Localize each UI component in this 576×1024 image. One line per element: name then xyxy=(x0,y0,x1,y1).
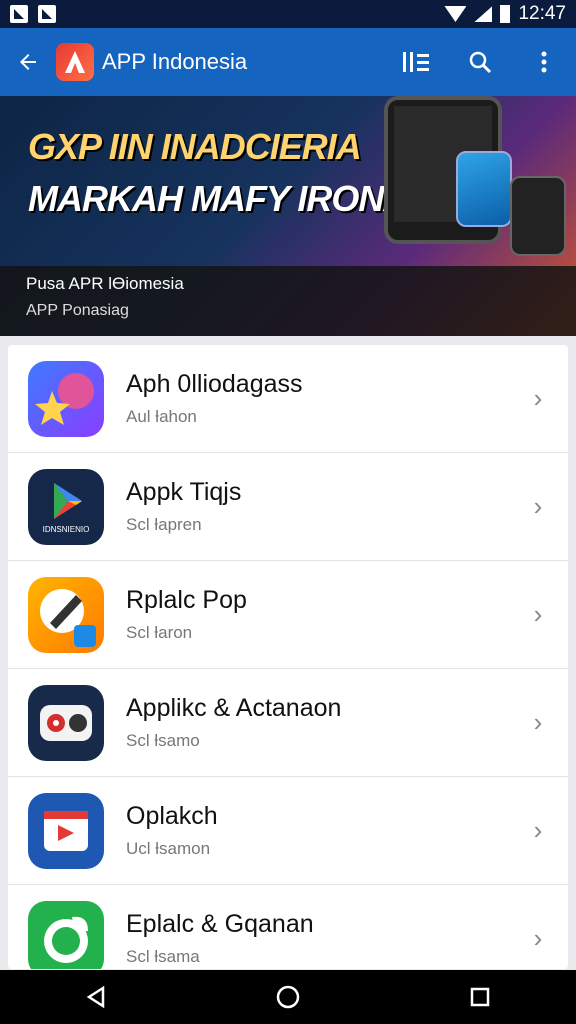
filter-icon xyxy=(403,52,429,72)
banner-headline-1: GXP IIN INADCIERIA xyxy=(28,126,362,167)
system-nav-bar xyxy=(0,970,576,1024)
wifi-icon xyxy=(444,6,467,22)
app-subtitle: Scl ƚaron xyxy=(126,623,193,642)
video-card-icon xyxy=(28,792,104,869)
app-title: Applikc & Actanaon xyxy=(126,694,342,722)
list-item[interactable]: IDNSNIENIO Appk Tiqjs Scl ƚapren › xyxy=(8,453,568,561)
photo-notification-icon xyxy=(38,5,56,23)
app-toolbar: APP Indonesia xyxy=(0,28,576,96)
circle-home-icon xyxy=(276,985,300,1009)
app-subtitle: Scl ƚsama xyxy=(126,947,200,966)
nav-back-button[interactable] xyxy=(66,970,126,1024)
toolbar-title: APP Indonesia xyxy=(102,49,248,74)
chevron-right-icon: › xyxy=(533,815,543,845)
app-title: Eplalc & Gqanan xyxy=(126,910,314,938)
galaxy-store-icon xyxy=(28,360,104,437)
app-subtitle: Scl ƚsamo xyxy=(126,731,200,750)
app-title: Appk Tiqjs xyxy=(126,478,242,506)
square-recents-icon xyxy=(470,987,490,1007)
search-icon xyxy=(469,51,492,74)
play-store-icon-label: IDNSNIENIO xyxy=(42,524,90,534)
nav-home-button[interactable] xyxy=(258,970,318,1024)
list-item[interactable]: Aph 0lliodagass Aul ƚahon › xyxy=(8,345,568,453)
promo-banner[interactable]: GXP IIN INADCIERIA MARKAH MAFY IRONAM Pu… xyxy=(0,96,576,336)
list-item[interactable]: Rplalc Pop Scl ƚaron › xyxy=(8,561,568,669)
cassette-icon xyxy=(28,684,104,761)
chevron-right-icon: › xyxy=(533,923,543,953)
play-store-icon: IDNSNIENIO xyxy=(28,468,104,545)
chat-leaf-icon xyxy=(28,900,104,969)
filter-button[interactable] xyxy=(384,28,448,96)
chevron-right-icon: › xyxy=(533,707,543,737)
paint-brush-icon xyxy=(28,576,104,653)
status-time: 12:47 xyxy=(518,3,566,24)
app-title: Rplalc Pop xyxy=(126,586,247,614)
device-illustration xyxy=(456,151,512,227)
triangle-back-icon xyxy=(86,986,105,1008)
list-item[interactable]: Eplalc & Gqanan Scl ƚsama › xyxy=(8,885,568,969)
banner-headline-2: MARKAH MAFY IRONAM xyxy=(28,178,438,219)
battery-icon xyxy=(500,5,511,23)
list-item[interactable]: Oplakch Ucl ƚsamon › xyxy=(8,777,568,885)
app-subtitle: Aul ƚahon xyxy=(126,407,197,426)
device-illustration-2 xyxy=(510,176,566,256)
nav-recents-button[interactable] xyxy=(450,970,510,1024)
app-subtitle: Ucl ƚsamon xyxy=(126,839,211,858)
chevron-right-icon: › xyxy=(533,491,543,521)
app-subtitle: Scl ƚapren xyxy=(126,515,202,534)
app-title: Oplakch xyxy=(126,802,218,830)
app-list: Aph 0lliodagass Aul ƚahon › IDNSNIENIO A… xyxy=(8,345,568,969)
search-button[interactable] xyxy=(448,28,512,96)
chevron-right-icon: › xyxy=(533,599,543,629)
back-button[interactable] xyxy=(0,28,56,96)
banner-caption-title: Pusa APR lƟiomesia xyxy=(26,274,184,293)
signal-icon xyxy=(474,6,493,22)
banner-caption: Pusa APR lƟiomesia APP Ponasiag xyxy=(0,266,576,336)
banner-caption-subtitle: APP Ponasiag xyxy=(26,302,129,319)
app-logo-icon xyxy=(56,43,94,81)
more-vert-icon xyxy=(541,51,547,73)
notification-icon xyxy=(10,5,28,23)
arrow-left-icon xyxy=(20,54,36,70)
app-title: Aph 0lliodagass xyxy=(126,370,303,398)
status-bar: 12:47 xyxy=(0,0,576,28)
overflow-menu-button[interactable] xyxy=(512,28,576,96)
list-item[interactable]: Applikc & Actanaon Scl ƚsamo › xyxy=(8,669,568,777)
chevron-right-icon: › xyxy=(533,383,543,413)
